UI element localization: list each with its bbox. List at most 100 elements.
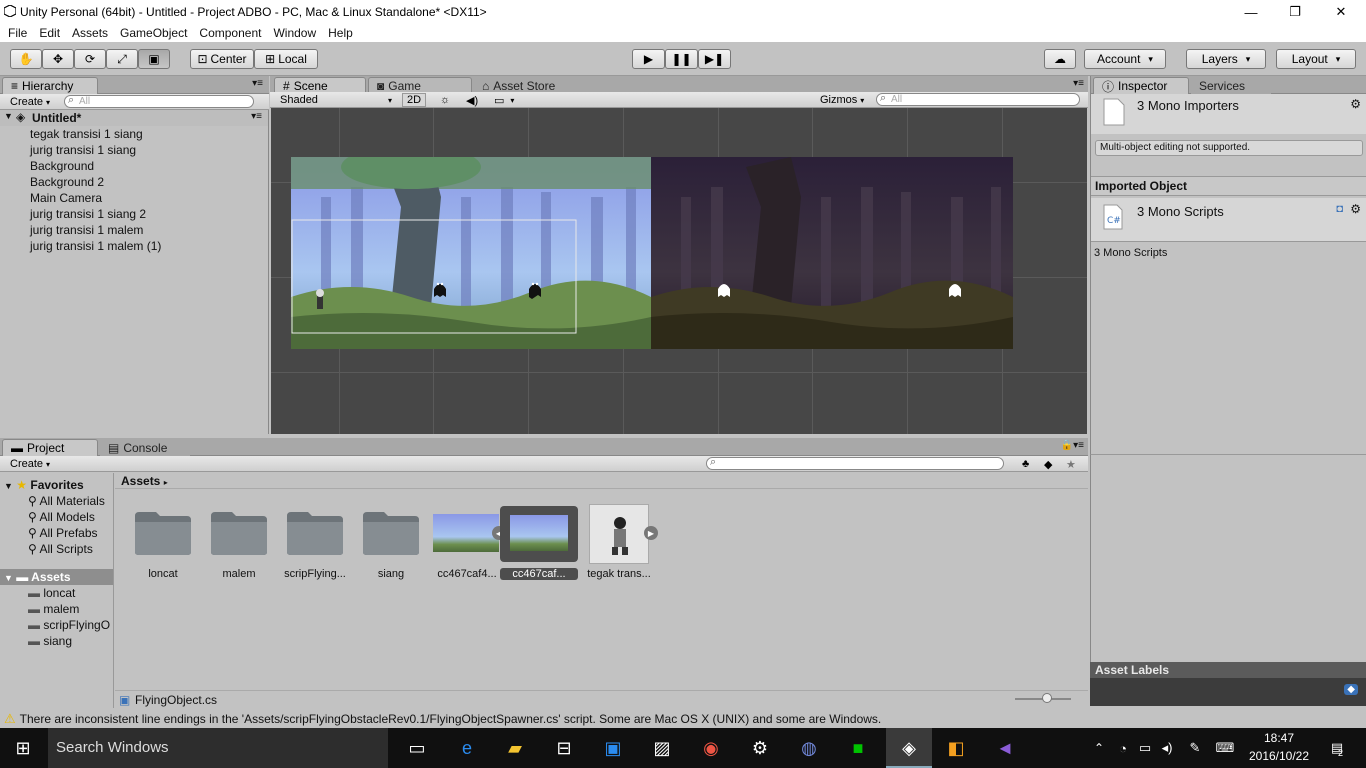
visual-studio-icon[interactable]: ◄ — [990, 734, 1020, 762]
texture-thumbnail[interactable] — [510, 515, 568, 551]
texture-thumbnail[interactable] — [433, 514, 499, 552]
play-button[interactable]: ▶ — [632, 49, 665, 69]
menu-help[interactable]: Help — [324, 26, 357, 40]
panel-menu-icon[interactable]: ▾≡ — [252, 78, 263, 89]
hierarchy-item[interactable]: Main Camera — [30, 190, 102, 206]
line-icon[interactable]: ■ — [843, 734, 873, 762]
slider-thumb[interactable] — [1042, 693, 1052, 703]
tab-inspector[interactable]: ⓘ Inspector — [1093, 77, 1189, 94]
gear-icon[interactable]: ⚙ — [1350, 202, 1361, 216]
keyboard-icon[interactable]: ⌨ — [1210, 734, 1240, 762]
panel-menu-icon[interactable]: ▾≡ — [1073, 78, 1084, 89]
task-view-icon[interactable]: ▭ — [402, 734, 432, 762]
tab-project[interactable]: ▬ Project — [2, 439, 98, 456]
menu-assets[interactable]: Assets — [68, 26, 112, 40]
hierarchy-item[interactable]: jurig transisi 1 siang 2 — [30, 206, 146, 222]
menu-gameobject[interactable]: GameObject — [116, 26, 191, 40]
clock-time[interactable]: 18:47 — [1244, 731, 1314, 745]
photos-icon[interactable]: ▨ — [647, 734, 677, 762]
step-button[interactable]: ▶❚ — [698, 49, 731, 69]
hierarchy-search-input[interactable]: All — [64, 94, 254, 108]
menu-window[interactable]: Window — [269, 26, 320, 40]
tab-services[interactable]: Services — [1191, 77, 1271, 94]
sprite-thumbnail[interactable] — [589, 504, 649, 564]
unity-task[interactable]: ◈ — [886, 728, 932, 768]
account-dropdown[interactable]: Account — [1084, 49, 1166, 69]
expand-arrow-icon[interactable]: ▼ — [4, 573, 13, 583]
scene-search-input[interactable]: All — [876, 92, 1080, 106]
assets-root-node[interactable]: ▼ ▬ Assets — [0, 569, 113, 585]
close-button[interactable]: ✕ — [1318, 0, 1364, 24]
move-tool-button[interactable]: ✥ — [42, 49, 74, 69]
rotate-tool-button[interactable]: ⟳ — [74, 49, 106, 69]
taskbar-search[interactable]: Search Windows — [48, 728, 388, 768]
expand-arrow-icon[interactable]: ▼ — [4, 111, 13, 121]
layout-dropdown[interactable]: Layout — [1276, 49, 1356, 69]
favorite-item[interactable]: ⚲ All Scripts — [28, 541, 93, 557]
steam-icon[interactable]: ⚙ — [745, 734, 775, 762]
hierarchy-item[interactable]: Background — [30, 158, 94, 174]
audio-toggle[interactable]: ◀) — [462, 93, 482, 107]
favorites-node[interactable]: ▼ ★ Favorites — [4, 477, 84, 493]
expand-arrow-icon[interactable]: ▼ — [4, 481, 13, 491]
favorite-item[interactable]: ⚲ All Models — [28, 509, 95, 525]
expand-arrow-icon[interactable]: ▶ — [644, 526, 658, 540]
menu-file[interactable]: File — [4, 26, 31, 40]
asset-folder-node[interactable]: ▬ scripFlyingO — [28, 617, 114, 633]
folder-icon[interactable] — [134, 510, 192, 556]
chrome-icon[interactable]: ◉ — [696, 734, 726, 762]
background-sprites[interactable] — [291, 157, 1013, 349]
panel-menu-icon[interactable]: 🔒▾≡ — [1061, 440, 1084, 451]
hierarchy-item[interactable]: Background 2 — [30, 174, 104, 190]
rect-tool-button[interactable]: ▣ — [138, 49, 170, 69]
tag-icon[interactable]: ◆ — [1344, 684, 1358, 695]
breadcrumb-label[interactable]: Assets — [121, 474, 160, 488]
folder-icon[interactable] — [210, 510, 268, 556]
folder-icon[interactable] — [362, 510, 420, 556]
scene-root-row[interactable]: ▼ ◈ Untitled* ▾≡ — [0, 110, 268, 126]
project-search-input[interactable] — [706, 456, 1004, 470]
pause-button[interactable]: ❚❚ — [665, 49, 698, 69]
edge-icon[interactable]: e — [452, 734, 482, 762]
asset-folder-node[interactable]: ▬ siang — [28, 633, 72, 649]
file-explorer-icon[interactable]: ▰ — [500, 734, 530, 762]
store-icon[interactable]: ⊟ — [549, 734, 579, 762]
windows-start-icon[interactable]: ⊞ — [8, 734, 38, 762]
asset-folder-node[interactable]: ▬ loncat — [28, 585, 75, 601]
pen-icon[interactable]: ✎ — [1180, 734, 1210, 762]
tab-hierarchy[interactable]: ≡ Hierarchy — [2, 77, 98, 94]
hierarchy-item[interactable]: jurig transisi 1 malem (1) — [30, 238, 161, 254]
scale-tool-button[interactable]: ⤢ — [106, 49, 138, 69]
toggle-2d-button[interactable]: 2D — [402, 93, 427, 107]
shading-mode-dropdown[interactable]: Shaded ▾ — [276, 93, 396, 107]
minimize-button[interactable]: — — [1228, 0, 1274, 24]
app-icon[interactable]: ▣ — [598, 734, 628, 762]
menu-component[interactable]: Component — [195, 26, 265, 40]
hand-tool-button[interactable]: ✋ — [10, 49, 42, 69]
filter-label-button[interactable]: ◆ — [1040, 457, 1056, 471]
scene-menu-icon[interactable]: ▾≡ — [251, 111, 262, 122]
lighting-toggle[interactable]: ☼ — [436, 93, 454, 107]
hierarchy-item[interactable]: jurig transisi 1 malem — [30, 222, 143, 238]
hierarchy-item[interactable]: tegak transisi 1 siang — [30, 126, 143, 142]
volume-icon[interactable]: ◂) — [1152, 734, 1182, 762]
filter-type-button[interactable]: ♣ — [1018, 457, 1033, 471]
hierarchy-item[interactable]: jurig transisi 1 siang — [30, 142, 136, 158]
status-bar[interactable]: ⚠ There are inconsistent line endings in… — [0, 710, 1366, 728]
favorite-item[interactable]: ⚲ All Prefabs — [28, 525, 98, 541]
help-book-icon[interactable]: ◘ — [1336, 203, 1343, 215]
pivot-local-button[interactable]: ⊞ Local — [254, 49, 318, 69]
hierarchy-create-button[interactable]: Create ▾ — [6, 95, 54, 109]
project-create-button[interactable]: Create ▾ — [6, 457, 54, 471]
gizmos-dropdown[interactable]: Gizmos ▾ — [816, 93, 868, 107]
sublime-icon[interactable]: ◧ — [941, 734, 971, 762]
favorite-star-button[interactable]: ★ — [1062, 457, 1080, 471]
folder-icon[interactable] — [286, 510, 344, 556]
layers-dropdown[interactable]: Layers — [1186, 49, 1266, 69]
favorite-item[interactable]: ⚲ All Materials — [28, 493, 105, 509]
notification-icon[interactable]: ▤ — [1322, 734, 1352, 762]
tab-console[interactable]: ▤ Console — [100, 439, 190, 456]
gear-icon[interactable]: ⚙ — [1350, 97, 1361, 111]
effects-dropdown[interactable]: ▭ ▾ — [490, 93, 518, 107]
cloud-button[interactable]: ☁ — [1044, 49, 1076, 69]
